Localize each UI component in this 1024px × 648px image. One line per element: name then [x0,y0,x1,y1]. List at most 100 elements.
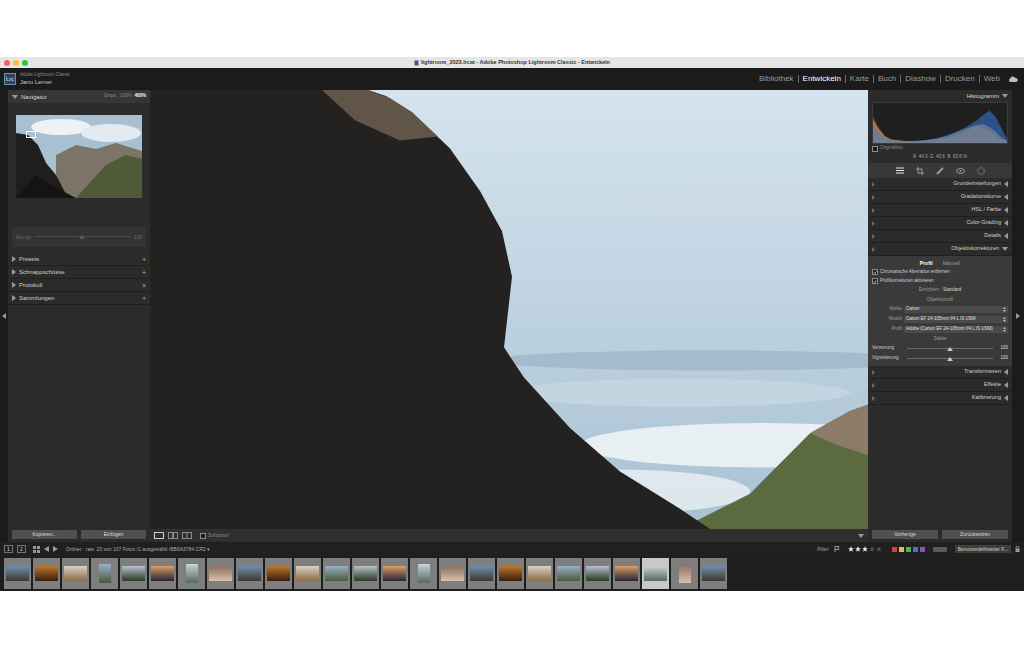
filmstrip-thumbnail[interactable] [120,558,147,589]
filmstrip-thumbnail[interactable] [381,558,408,589]
filmstrip-thumbnail[interactable] [91,558,118,589]
panel-switch-icon[interactable] [872,247,875,252]
crop-icon[interactable] [916,167,924,175]
zoom-option[interactable]: 400% [134,94,146,99]
panel-switch-icon[interactable] [872,234,875,239]
panel-section-header[interactable]: Schnappschüsse+ [8,266,150,279]
filter-preset-dropdown[interactable]: Benutzerdefinierter F... [955,545,1011,553]
panel-section-header[interactable]: Transformieren [868,366,1012,379]
star-icon[interactable] [848,546,854,552]
star-icon[interactable] [876,546,882,552]
histogram-chart[interactable] [872,102,1008,144]
panel-switch-icon[interactable] [872,383,875,388]
filmstrip-thumbnail[interactable] [671,558,698,589]
panel-button[interactable]: Einfügen [81,530,146,539]
collapse-right-icon[interactable] [1016,313,1020,319]
section-action-button[interactable]: + [142,256,146,263]
edit-sliders-icon[interactable] [896,167,904,174]
slider-thumb[interactable] [947,347,953,351]
toolbar-menu-icon[interactable] [858,534,864,538]
panel-button[interactable]: Kopieren... [12,530,77,539]
filmstrip-thumbnail[interactable] [642,558,669,589]
section-toggle-icon[interactable] [1004,194,1008,200]
before-after-icon[interactable] [168,532,178,539]
panel-section-header[interactable]: HSL / Farbe [868,204,1012,217]
filmstrip-thumbnail[interactable] [33,558,60,589]
filmstrip-thumbnail[interactable] [410,558,437,589]
filmstrip-thumbnail[interactable] [555,558,582,589]
right-panel-toggle[interactable] [1012,90,1024,542]
section-toggle-icon[interactable] [1004,395,1008,401]
panel-switch-icon[interactable] [872,182,875,187]
navigator-preview[interactable] [16,115,142,198]
section-action-button[interactable]: + [142,295,146,302]
section-toggle-icon[interactable] [12,295,16,301]
panel-section-header[interactable]: Grundeinstellungen [868,178,1012,191]
section-toggle-icon[interactable] [12,256,16,262]
module-tab[interactable]: Diashow [905,75,936,83]
setup-dropdown[interactable]: Standard [943,288,961,293]
section-action-button[interactable]: + [142,269,146,276]
histogram-toggle-icon[interactable] [1002,94,1008,98]
panel-button[interactable]: Zurücksetzen [942,530,1008,539]
flag-filter-icon[interactable] [834,546,840,552]
monitor-button[interactable]: 1 [4,545,13,553]
back-arrow-icon[interactable] [44,546,49,552]
window-control-button[interactable] [4,60,10,66]
filmstrip-thumbnail[interactable] [700,558,727,589]
filmstrip-thumbnail[interactable] [526,558,553,589]
left-panel-toggle[interactable] [0,90,8,542]
module-tab[interactable]: Drucken [945,75,975,83]
color-label-swatch[interactable] [899,547,904,552]
lens-field-dropdown[interactable]: Canon [904,306,1008,313]
softproof-toggle[interactable]: Softproof [200,533,228,539]
cloud-icon[interactable] [1008,76,1018,82]
slider-thumb[interactable] [947,357,953,361]
panel-switch-icon[interactable] [872,195,875,200]
checkbox[interactable] [872,269,878,275]
section-toggle-icon[interactable] [1004,233,1008,239]
original-photo-toggle[interactable]: Originalfoto [868,144,1012,153]
star-icon[interactable] [869,546,875,552]
panel-switch-icon[interactable] [872,221,875,226]
color-label-swatch[interactable] [892,547,897,552]
section-toggle-icon[interactable] [1004,382,1008,388]
panel-switch-icon[interactable] [872,370,875,375]
filmstrip-thumbnail[interactable] [207,558,234,589]
color-label-swatch[interactable] [913,547,918,552]
section-toggle-icon[interactable] [1004,369,1008,375]
photo-preview[interactable] [150,90,868,529]
histogram-header[interactable]: Histogramm [868,90,1012,102]
monitor-button[interactable]: 2 [17,545,26,553]
collapse-left-icon[interactable] [2,313,6,319]
color-label-swatch[interactable] [906,547,911,552]
zoom-option[interactable]: Einpa. [104,94,117,99]
zoom-area-box[interactable] [26,131,36,138]
filmstrip-thumbnail[interactable] [613,558,640,589]
filmstrip-thumbnail[interactable] [265,558,292,589]
filmstrip-thumbnail[interactable] [323,558,350,589]
module-tab[interactable]: Bibliothek [759,75,794,83]
checkbox[interactable] [872,146,878,152]
section-action-button[interactable]: × [142,282,146,289]
source-path[interactable]: Ordner : raw 23 von 107 Fotos /1 ausgewä… [66,547,210,552]
checkbox[interactable] [200,533,206,539]
module-tab[interactable]: Karte [850,75,869,83]
filmstrip-thumbnail[interactable] [236,558,263,589]
navigator-header[interactable]: NavigatorEinpa.100%400% [8,90,150,103]
forward-arrow-icon[interactable] [53,546,58,552]
section-toggle-icon[interactable] [1004,181,1008,187]
filmstrip-thumbnail[interactable] [62,558,89,589]
filmstrip-thumbnail[interactable] [352,558,379,589]
module-tab[interactable]: Web [984,75,1000,83]
loupe-view-icon[interactable] [154,532,164,539]
section-toggle-icon[interactable] [12,269,16,275]
module-tab[interactable]: Entwickeln [803,75,841,83]
panel-section-header[interactable]: Presets+ [8,253,150,266]
compare-icon[interactable] [182,532,192,539]
star-icon[interactable] [855,546,861,552]
panel-section-header[interactable]: Details [868,230,1012,243]
panel-section-header[interactable]: Protokoll× [8,279,150,292]
filmstrip-thumbnail[interactable] [178,558,205,589]
section-toggle-icon[interactable] [1002,247,1008,251]
